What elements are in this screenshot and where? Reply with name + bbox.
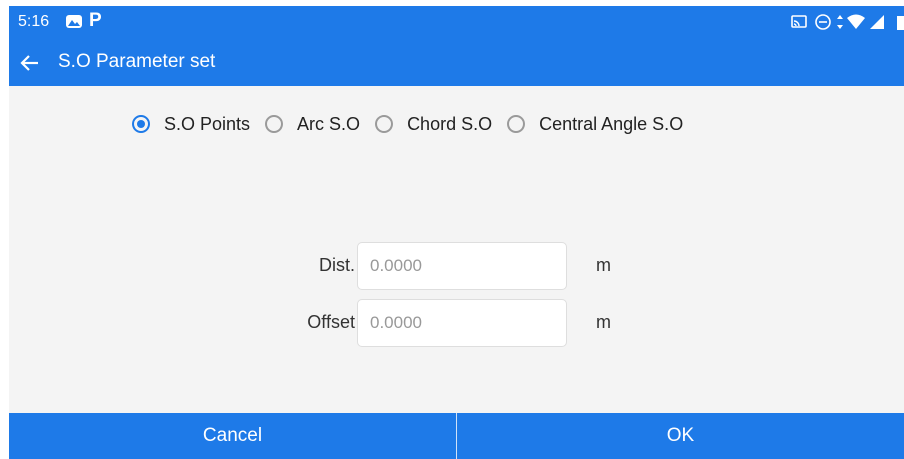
radio-label: Chord S.O — [407, 113, 493, 134]
radio-label: Central Angle S.O — [539, 113, 684, 134]
radio-checked-icon[interactable] — [132, 115, 150, 133]
offset-row: Offset m — [9, 299, 904, 347]
app-bar: S.O Parameter set — [9, 40, 904, 86]
status-bar: 5:16 P — [9, 6, 904, 40]
radio-unchecked-icon[interactable] — [507, 115, 526, 133]
wifi-icon — [847, 14, 865, 29]
status-time: 5:16 — [18, 13, 50, 30]
do-not-disturb-icon — [815, 14, 831, 30]
cancel-button[interactable]: Cancel — [9, 413, 456, 459]
ok-button[interactable]: OK — [457, 413, 904, 459]
radio-unchecked-icon[interactable] — [375, 115, 394, 133]
radio-unchecked-icon[interactable] — [265, 115, 284, 133]
arrow-left-icon[interactable] — [19, 52, 41, 74]
dist-input[interactable] — [357, 242, 567, 290]
signal-icon — [870, 15, 884, 29]
bottom-action-bar: Cancel OK — [9, 413, 904, 459]
app-screen: 5:16 P S.O Parameter set S.O Points Arc … — [9, 6, 904, 459]
radio-central-angle-so[interactable]: Central Angle S.O — [507, 114, 683, 135]
stakeout-type-selector: S.O Points Arc S.O Chord S.O Central Ang… — [132, 109, 698, 139]
dist-row: Dist. m — [9, 242, 904, 290]
radio-label: S.O Points — [164, 113, 251, 134]
offset-unit: m — [596, 312, 611, 332]
dist-label: Dist. — [319, 255, 355, 275]
radio-label: Arc S.O — [297, 113, 361, 134]
cast-icon — [791, 15, 807, 28]
battery-icon — [897, 16, 904, 30]
radio-chord-so[interactable]: Chord S.O — [375, 114, 492, 135]
radio-arc-so[interactable]: Arc S.O — [265, 114, 360, 135]
p-icon: P — [89, 10, 102, 31]
offset-input[interactable] — [357, 299, 567, 347]
radio-so-points[interactable]: S.O Points — [132, 114, 250, 135]
offset-label: Offset — [307, 312, 355, 332]
data-arrows-icon — [837, 15, 843, 29]
gallery-icon — [66, 15, 82, 28]
page-title: S.O Parameter set — [58, 51, 216, 72]
dist-unit: m — [596, 255, 611, 275]
